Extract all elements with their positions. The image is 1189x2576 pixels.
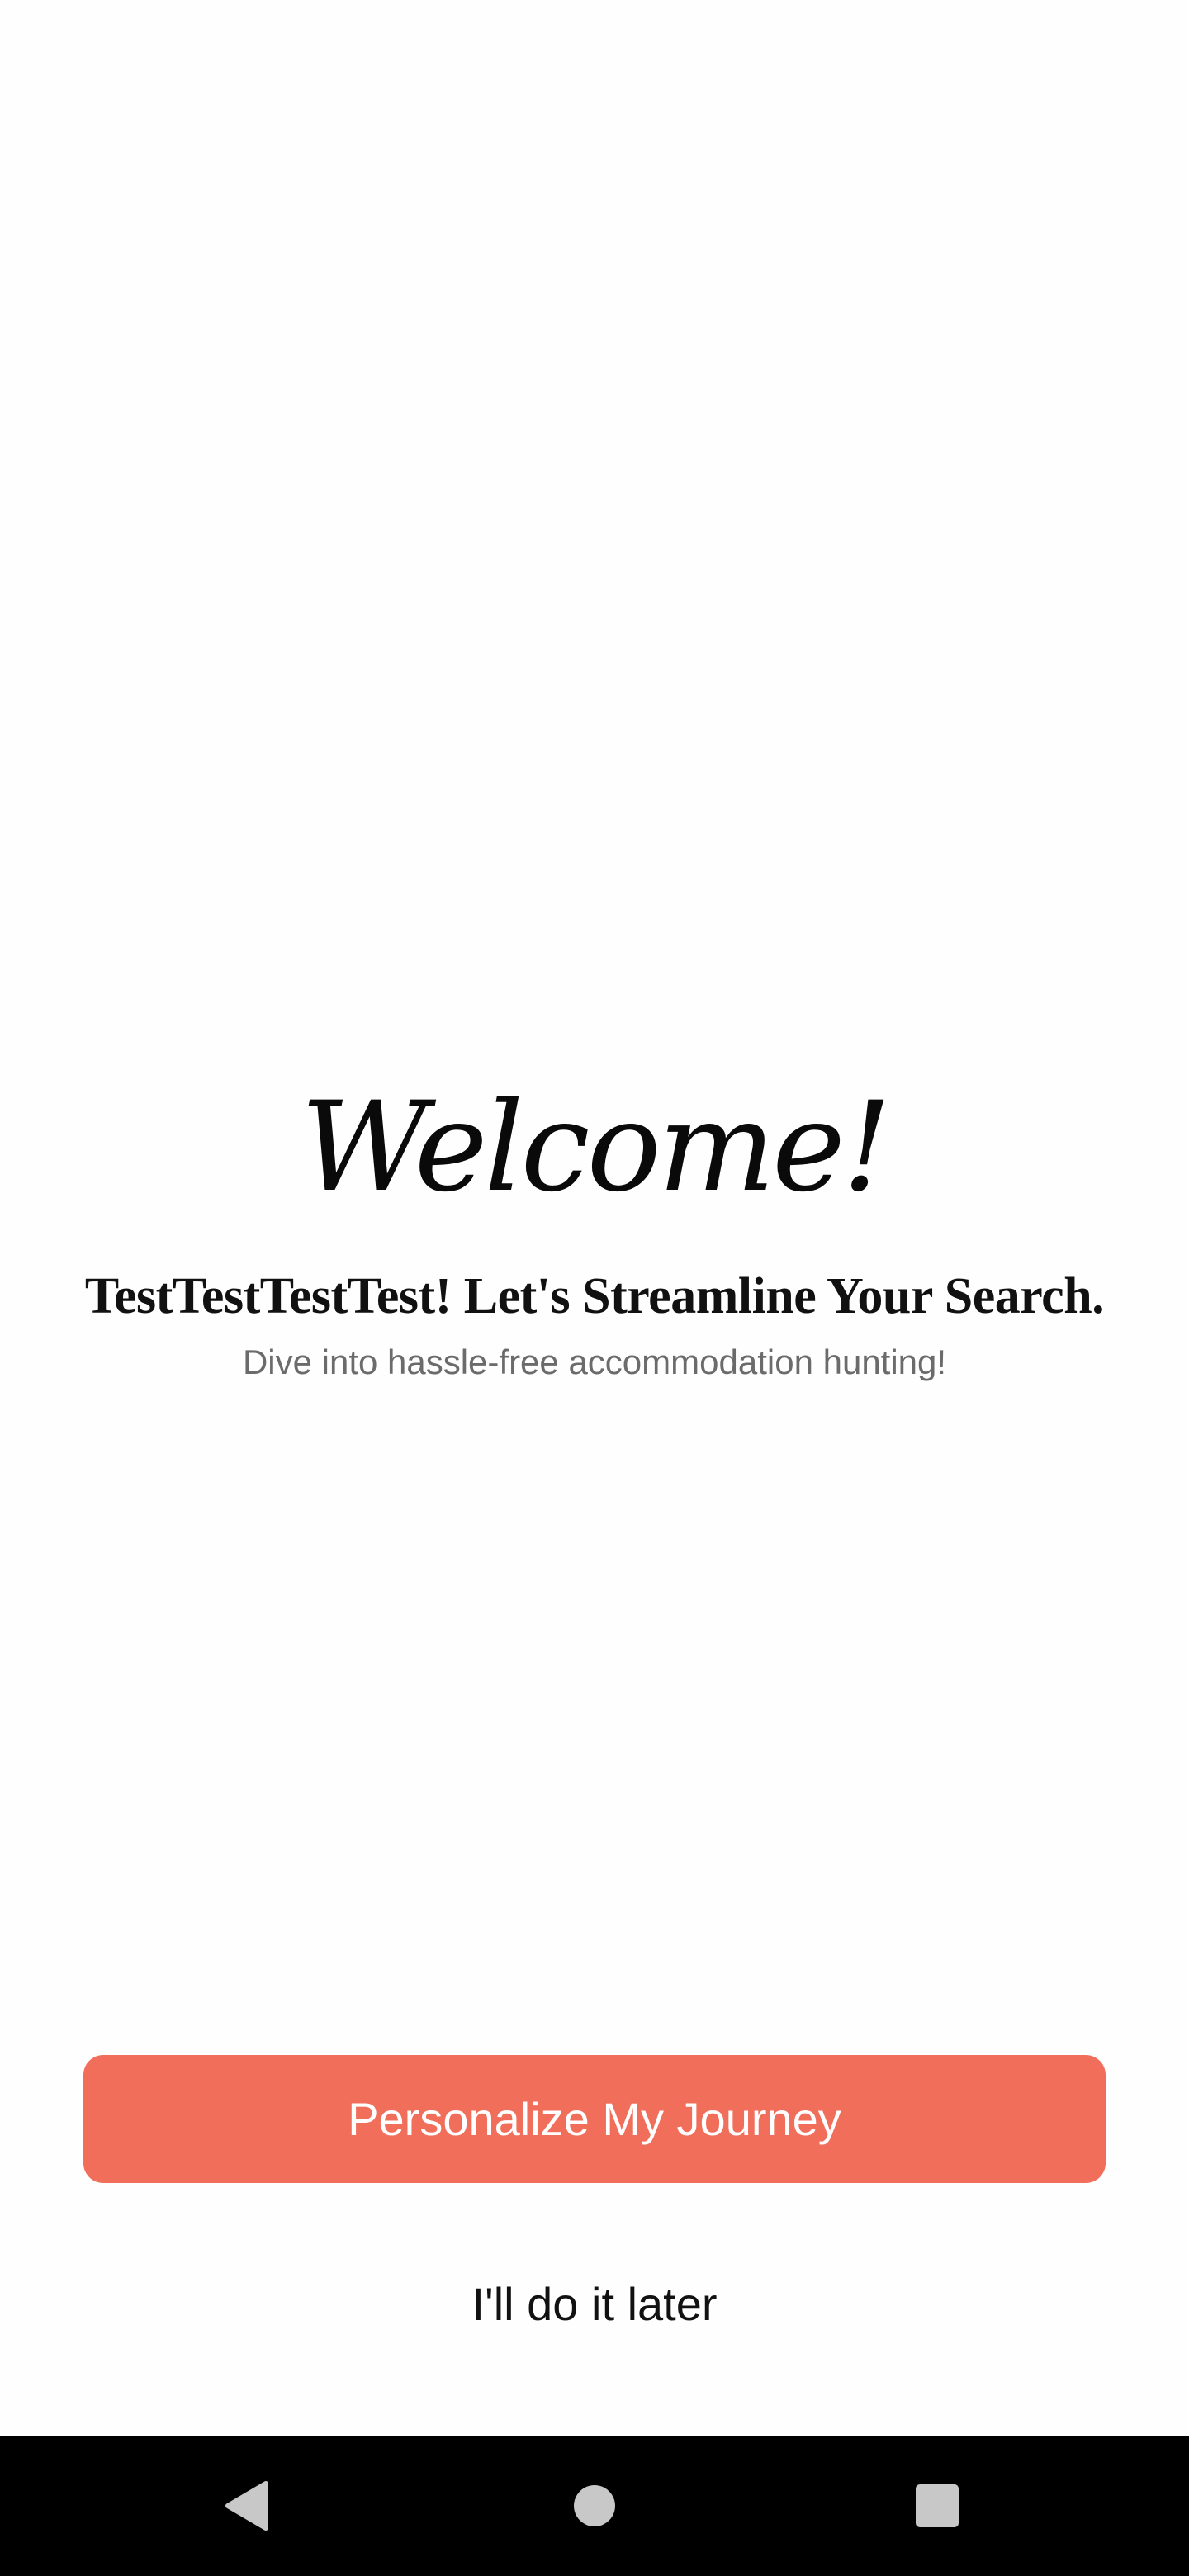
welcome-subtitle: Dive into hassle-free accommodation hunt… <box>242 1342 947 1381</box>
welcome-screen: Welcome! TestTestTestTest! Let's Streaml… <box>0 0 1189 2436</box>
recents-button[interactable] <box>871 2436 1003 2576</box>
do-it-later-button[interactable]: I'll do it later <box>347 2262 842 2345</box>
welcome-title: Welcome! <box>300 1076 892 1219</box>
welcome-headline: TestTestTestTest! Let's Streamline Your … <box>84 1268 1105 1324</box>
back-button[interactable] <box>182 2436 314 2576</box>
system-navigation-bar <box>0 2436 1189 2576</box>
home-icon <box>574 2485 615 2526</box>
home-button[interactable] <box>528 2436 661 2576</box>
back-icon <box>225 2481 268 2531</box>
recents-icon <box>916 2484 959 2527</box>
personalize-journey-button[interactable]: Personalize My Journey <box>83 2055 1106 2183</box>
